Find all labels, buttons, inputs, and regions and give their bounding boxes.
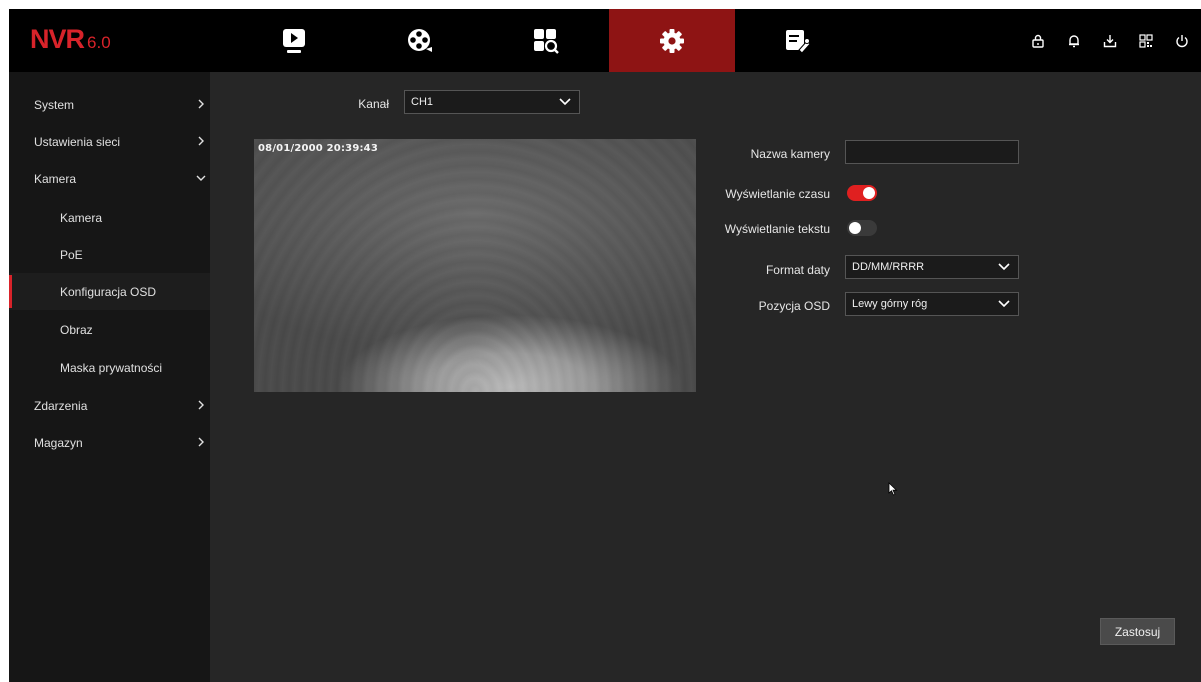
nav-maintenance-button[interactable] xyxy=(735,9,861,72)
nav-search-button[interactable] xyxy=(483,9,609,72)
download-button[interactable] xyxy=(1097,28,1123,54)
logo-version: 6.0 xyxy=(87,33,111,52)
download-icon xyxy=(1103,35,1117,48)
mouse-pointer-icon xyxy=(888,482,898,496)
sidebar-subitem-privacy-mask[interactable]: Maska prywatności xyxy=(9,349,210,386)
date-format-value: DD/MM/RRRR xyxy=(852,261,925,273)
sidebar-item-label: Ustawienia sieci xyxy=(34,134,121,149)
channel-label: Kanał xyxy=(358,97,389,111)
osd-position-select[interactable]: Lewy górny róg xyxy=(845,292,1019,316)
tools-checklist-icon xyxy=(786,29,811,54)
nav-settings-button[interactable] xyxy=(609,9,735,72)
sidebar-item-label: Kamera xyxy=(34,171,77,186)
bell-icon xyxy=(1069,35,1079,48)
date-format-label: Format daty xyxy=(765,263,830,277)
qr-code-icon xyxy=(1139,34,1153,48)
sidebar-item-label: System xyxy=(34,97,75,112)
show-time-label: Wyświetlanie czasu xyxy=(725,187,830,201)
sidebar-item-label: Maska prywatności xyxy=(60,360,163,375)
channel-select[interactable]: CH1 xyxy=(404,90,580,114)
chevron-down-icon xyxy=(998,300,1010,308)
lock-button[interactable] xyxy=(1025,28,1051,54)
sidebar-item-label: Obraz xyxy=(60,322,93,337)
active-indicator xyxy=(9,275,12,308)
sidebar-item-label: Magazyn xyxy=(34,435,83,450)
chevron-down-icon xyxy=(559,98,571,106)
playback-icon xyxy=(283,28,305,53)
nav-playback-button[interactable] xyxy=(231,9,357,72)
gear-icon xyxy=(660,28,684,53)
power-button[interactable] xyxy=(1169,28,1195,54)
apply-button[interactable]: Zastosuj xyxy=(1100,618,1175,645)
search-grid-icon xyxy=(534,28,559,54)
sidebar-item-network[interactable]: Ustawienia sieci xyxy=(9,123,210,160)
lock-icon xyxy=(1032,34,1044,48)
chevron-down-icon xyxy=(196,175,206,181)
osd-position-value: Lewy górny róg xyxy=(852,298,928,310)
camera-name-input[interactable] xyxy=(845,140,1019,164)
sidebar-item-events[interactable]: Zdarzenia xyxy=(9,387,210,424)
channel-select-value: CH1 xyxy=(411,96,434,108)
chevron-right-icon xyxy=(198,400,204,410)
sidebar-item-camera[interactable]: Kamera xyxy=(9,160,210,197)
toggle-knob xyxy=(849,222,861,234)
chevron-right-icon xyxy=(198,99,204,109)
show-time-toggle[interactable] xyxy=(847,185,877,201)
sidebar-subitem-osd-config[interactable]: Konfiguracja OSD xyxy=(9,273,210,310)
camera-name-label: Nazwa kamery xyxy=(750,147,830,161)
chevron-down-icon xyxy=(998,263,1010,271)
camera-preview: 08/01/2000 20:39:43 xyxy=(254,139,696,392)
top-bar: NVR 6.0 xyxy=(9,9,1201,72)
sidebar-item-label: PoE xyxy=(60,247,83,262)
qr-code-button[interactable] xyxy=(1133,28,1159,54)
film-reel-icon xyxy=(408,28,432,52)
toggle-knob xyxy=(863,187,875,199)
power-icon xyxy=(1176,35,1188,48)
nvr-app: NVR 6.0 System Ustawienia sieci Kamera K… xyxy=(9,9,1201,682)
sidebar-item-system[interactable]: System xyxy=(9,86,210,123)
sidebar-item-label: Kamera xyxy=(60,210,103,225)
system-icons xyxy=(1025,28,1195,54)
sidebar-item-label: Zdarzenia xyxy=(34,398,88,413)
date-format-select[interactable]: DD/MM/RRRR xyxy=(845,255,1019,279)
sidebar-subitem-poe[interactable]: PoE xyxy=(9,236,210,273)
sidebar: System Ustawienia sieci Kamera Kamera Po… xyxy=(9,72,210,682)
logo-text: NVR xyxy=(30,24,85,54)
chevron-right-icon xyxy=(198,136,204,146)
sidebar-item-label: Konfiguracja OSD xyxy=(60,284,157,299)
alarm-button[interactable] xyxy=(1061,28,1087,54)
sidebar-subitem-image[interactable]: Obraz xyxy=(9,311,210,348)
chevron-right-icon xyxy=(198,437,204,447)
sidebar-subitem-camera[interactable]: Kamera xyxy=(9,199,210,236)
osd-position-label: Pozycja OSD xyxy=(758,299,830,313)
show-text-toggle[interactable] xyxy=(847,220,877,236)
nav-camera-reel-button[interactable] xyxy=(357,9,483,72)
osd-timestamp[interactable]: 08/01/2000 20:39:43 xyxy=(258,143,378,154)
logo: NVR 6.0 xyxy=(30,24,111,54)
show-text-label: Wyświetlanie tekstu xyxy=(724,222,830,236)
sidebar-item-storage[interactable]: Magazyn xyxy=(9,424,210,461)
